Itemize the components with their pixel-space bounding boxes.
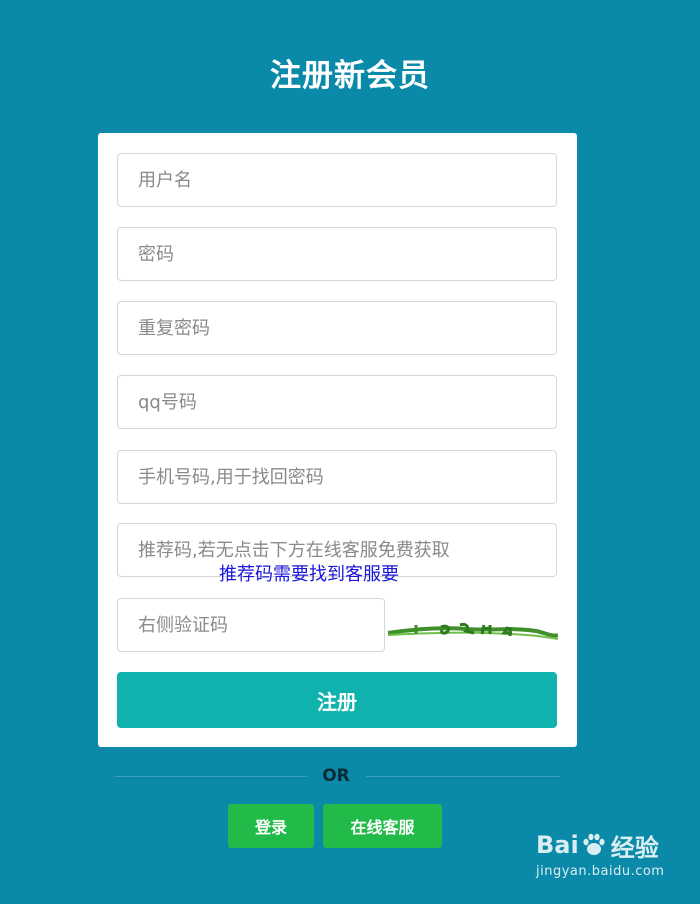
login-button[interactable]: 登录	[228, 804, 314, 848]
paw-icon	[583, 833, 605, 855]
captcha-input[interactable]	[117, 598, 385, 652]
phone-number-input[interactable]	[117, 450, 557, 504]
divider-left	[115, 776, 307, 777]
or-separator: OR	[322, 766, 350, 786]
repeat-password-input[interactable]	[117, 301, 557, 355]
online-support-button[interactable]: 在线客服	[323, 804, 442, 848]
watermark-brand-right: 经验	[610, 833, 659, 862]
referral-hint: 推荐码需要找到客服要	[219, 564, 399, 585]
password-input[interactable]	[117, 227, 557, 281]
username-input[interactable]	[117, 153, 557, 207]
page-title: 注册新会员	[270, 58, 430, 94]
register-form-card: 推荐码需要找到客服要 注册	[98, 133, 577, 747]
watermark-brand-left: Bai	[536, 831, 579, 859]
register-submit-button[interactable]: 注册	[117, 672, 557, 728]
watermark-url: jingyan.baidu.com	[536, 864, 665, 879]
divider-right	[366, 776, 560, 777]
captcha-image[interactable]	[386, 603, 558, 657]
register-page: 注册新会员 推荐码需要找到客服要 注册 OR 登录 在线客服 Bai	[0, 0, 700, 904]
qq-number-input[interactable]	[117, 375, 557, 429]
baidu-jingyan-watermark: Bai 经验 jingyan.baidu.com	[536, 828, 686, 879]
